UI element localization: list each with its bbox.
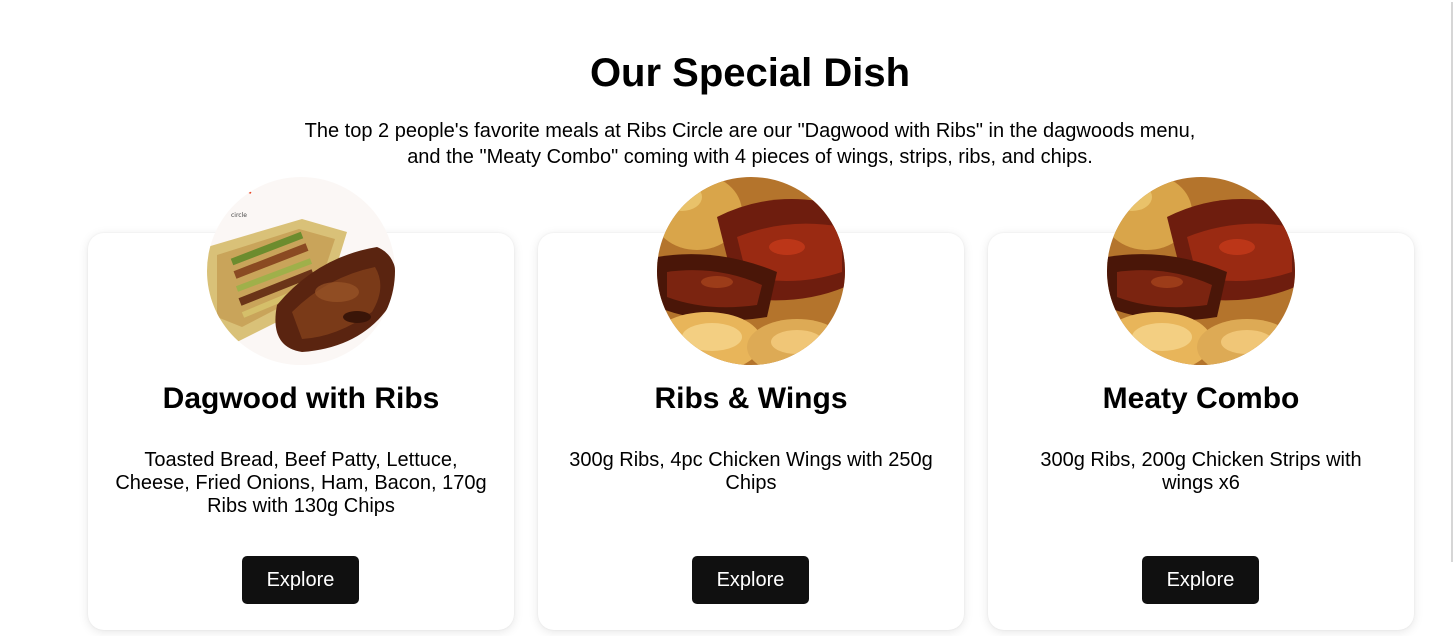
explore-button[interactable]: Explore [1142,556,1259,604]
dagwood-ribs-photo: ꭒ circle [207,177,395,365]
dish-card: Ribs & Wings 300g Ribs, 4pc Chicken Wing… [538,177,964,630]
dish-description: Toasted Bread, Beef Patty, Lettuce, Chee… [115,449,487,517]
dish-name: Ribs & Wings [654,382,848,415]
dish-card: ꭒ circle Dagwood with Ribs Toasted Bread… [88,177,514,630]
section-intro: The top 2 people's favorite meals at Rib… [250,118,1250,170]
dish-description: 300g Ribs, 200g Chicken Strips with wing… [1040,449,1362,494]
dish-image-ribs-wings [657,177,845,365]
explore-button[interactable]: Explore [692,556,809,604]
dish-name: Meaty Combo [1102,382,1300,415]
dish-description: 300g Ribs, 4pc Chicken Wings with 250g C… [569,449,933,494]
intro-line-2: and the "Meaty Combo" coming with 4 piec… [407,146,1093,168]
scrollbar[interactable] [1439,0,1456,636]
scrollbar-thumb[interactable] [1443,2,1453,562]
special-dish-section: Our Special Dish The top 2 people's favo… [0,0,1456,636]
ribs-wings-photo [1107,177,1295,365]
dish-image-dagwood: ꭒ circle [207,177,395,365]
dish-card: Meaty Combo 300g Ribs, 200g Chicken Stri… [988,177,1414,630]
dish-name: Dagwood with Ribs [162,382,440,415]
section-title: Our Special Dish [589,51,911,95]
dish-image-meaty-combo [1107,177,1295,365]
intro-line-1: The top 2 people's favorite meals at Rib… [304,120,1196,142]
logo-text: circle [231,212,247,219]
explore-button[interactable]: Explore [242,556,359,604]
ribs-wings-photo [657,177,845,365]
